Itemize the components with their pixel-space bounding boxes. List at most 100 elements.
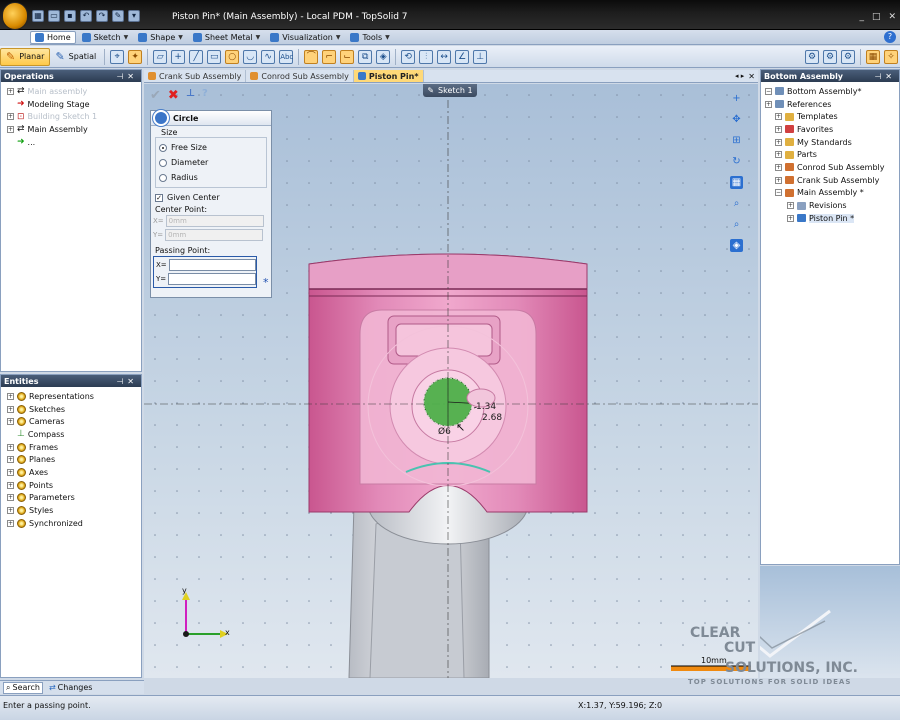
expand-icon[interactable]: +	[765, 100, 772, 108]
expand-icon[interactable]: +	[7, 87, 14, 95]
tree-item[interactable]: ➜ Modeling Stage	[7, 98, 141, 111]
pin-icon[interactable]: ⊥	[186, 88, 195, 103]
radio-button[interactable]	[159, 143, 167, 152]
tab-changes[interactable]: ⇄ Changes	[49, 683, 93, 692]
tab-visualization[interactable]: Visualization ▼	[266, 31, 344, 44]
spline-icon[interactable]: ∿	[261, 49, 276, 64]
passing-y-field[interactable]	[168, 273, 256, 285]
expand-icon[interactable]: +	[775, 138, 782, 146]
tree-item[interactable]: + Conrod Sub Assembly	[765, 161, 899, 174]
ok-icon[interactable]: ✔	[150, 88, 161, 103]
expand-icon[interactable]: +	[7, 443, 14, 451]
profile-icon[interactable]: ▱	[153, 49, 168, 64]
sketch-label[interactable]: ✎ Sketch 1	[423, 84, 477, 97]
rotate-view-icon[interactable]: ↻	[730, 155, 743, 168]
tree-item[interactable]: + ⇄ Main Assembly	[7, 123, 141, 136]
text-icon[interactable]: Abc	[279, 49, 293, 64]
tree-item[interactable]: − Main Assembly *	[765, 187, 899, 200]
minimize-button[interactable]: _	[859, 12, 864, 22]
tree-item[interactable]: + Favorites	[765, 123, 899, 136]
expand-icon[interactable]: +	[787, 214, 794, 222]
grid-icon[interactable]: ▦	[32, 10, 44, 22]
rotate-icon[interactable]: ⟲	[401, 49, 416, 64]
tree-item[interactable]: + Parameters	[7, 492, 141, 505]
expand-icon[interactable]: +	[7, 392, 14, 400]
tab-sheet-metal[interactable]: Sheet Metal ▼	[189, 31, 264, 44]
radio-button[interactable]	[159, 173, 167, 182]
expand-icon[interactable]: +	[7, 507, 14, 515]
expand-icon[interactable]: +	[7, 405, 14, 413]
help-icon[interactable]: ?	[884, 31, 896, 43]
expand-icon[interactable]: +	[787, 202, 794, 210]
settings-icon[interactable]: ⚙	[841, 49, 855, 64]
close-icon[interactable]: ✕	[748, 72, 755, 81]
given-center-option[interactable]: ✓ Given Center	[155, 190, 271, 205]
tree-item[interactable]: + Representations	[7, 390, 141, 403]
radio-button[interactable]	[159, 158, 167, 167]
line-icon[interactable]: ╱	[189, 49, 204, 64]
expand-icon[interactable]: +	[775, 125, 782, 133]
center-x-field[interactable]: 0mm	[165, 215, 264, 227]
tree-item[interactable]: + Synchronized	[7, 517, 141, 530]
tree-item[interactable]: + Points	[7, 479, 141, 492]
dimension-label[interactable]: 1.34	[476, 402, 496, 412]
tree-item[interactable]: + Sketches	[7, 403, 141, 416]
tree-item[interactable]: + Crank Sub Assembly	[765, 174, 899, 187]
tree-item[interactable]: + Templates	[765, 110, 899, 123]
chamfer-icon[interactable]: ⌙	[340, 49, 355, 64]
constraint-icon[interactable]: ✦	[128, 49, 143, 64]
magic-icon[interactable]: ✧	[884, 49, 898, 64]
checkbox[interactable]: ✓	[155, 193, 163, 202]
tree-item[interactable]: + ⇄ Main assembly	[7, 85, 141, 98]
maximize-button[interactable]: □	[872, 12, 881, 22]
tree-item[interactable]: + Planes	[7, 453, 141, 466]
expand-icon[interactable]: +	[775, 163, 782, 171]
tree-item[interactable]: + References	[765, 98, 899, 111]
pencil-icon[interactable]: ✎	[112, 10, 124, 22]
tab-piston-pin[interactable]: Piston Pin*	[353, 70, 424, 82]
free-size-option[interactable]: Free Size	[159, 140, 263, 155]
planar-button[interactable]: ✎ Planar	[0, 47, 51, 66]
tree-item[interactable]: − Bottom Assembly*	[765, 85, 899, 98]
expand-icon[interactable]: +	[7, 456, 14, 464]
pan-icon[interactable]: ✥	[730, 113, 743, 126]
snap-icon[interactable]: ⌖	[110, 49, 125, 64]
center-y-field[interactable]: 0mm	[165, 229, 264, 241]
expand-icon[interactable]: +	[7, 418, 14, 426]
tree-item[interactable]: + Piston Pin *	[765, 212, 899, 225]
tab-home[interactable]: Home	[30, 30, 76, 44]
tree-item[interactable]: + ⊡ Building Sketch 1	[7, 110, 141, 123]
assembly-icon[interactable]: ⚙	[805, 49, 819, 64]
tree-item[interactable]: + Parts	[765, 148, 899, 161]
fillet-icon[interactable]: ⌐	[322, 49, 337, 64]
undo-icon[interactable]: ↶	[80, 10, 92, 22]
baseline-icon[interactable]: ⊥	[473, 49, 488, 64]
redo-icon[interactable]: ↷	[96, 10, 108, 22]
dimension-label[interactable]: 2.68	[482, 413, 502, 423]
expand-icon[interactable]: +	[7, 494, 14, 502]
panel-controls[interactable]: ⊣✕	[874, 72, 896, 81]
arc-icon[interactable]: ◡	[243, 49, 258, 64]
mirror-icon[interactable]: ⫶	[419, 49, 434, 64]
tree-item[interactable]: ⊥ Compass	[7, 428, 141, 441]
circle-icon[interactable]: ○	[225, 49, 240, 64]
view-cube-icon[interactable]: ▦	[730, 176, 743, 189]
open-icon[interactable]: ▭	[48, 10, 60, 22]
tree-item[interactable]: + Cameras	[7, 415, 141, 428]
part-icon[interactable]: ▦	[866, 49, 880, 64]
expand-icon[interactable]: +	[7, 125, 14, 133]
tab-tools[interactable]: Tools ▼	[346, 31, 393, 44]
tree-item[interactable]: ➜...	[7, 136, 141, 149]
tree-item[interactable]: + Frames	[7, 441, 141, 454]
expand-icon[interactable]: +	[7, 519, 14, 527]
angle-icon[interactable]: ∠	[455, 49, 470, 64]
tree-item[interactable]: + Styles	[7, 504, 141, 517]
diameter-option[interactable]: Diameter	[159, 155, 263, 170]
zoom-fit-icon[interactable]: ⌕	[730, 218, 743, 231]
cancel-icon[interactable]: ✖	[168, 88, 179, 103]
magnifier-icon[interactable]: ⌕	[730, 197, 743, 210]
project-icon[interactable]: ◈	[376, 49, 391, 64]
app-menu-button[interactable]	[2, 2, 28, 30]
tree-item[interactable]: + Revisions	[765, 199, 899, 212]
panel-controls[interactable]: ⊣✕	[116, 72, 138, 81]
